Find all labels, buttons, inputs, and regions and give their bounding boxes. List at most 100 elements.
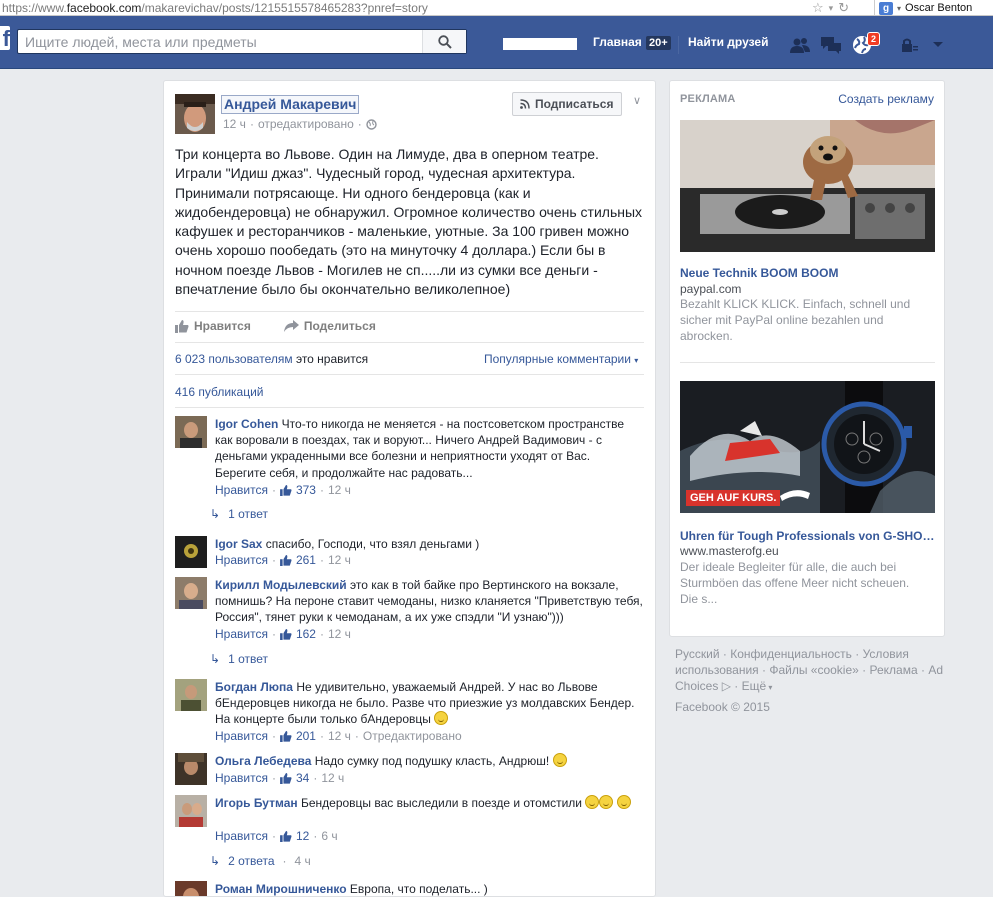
ad-image-watch[interactable]: GEH AUF KURS. [680, 381, 935, 513]
view-replies-link[interactable]: ↳ 2 ответа · 4 ч [210, 854, 311, 868]
commenter-name[interactable]: Ольга Лебедева [215, 754, 311, 768]
commenter-name[interactable]: Igor Sax [215, 537, 262, 551]
footer-link-privacy[interactable]: Конфиденциальность [730, 647, 852, 661]
comment-like-count[interactable]: 34 [296, 771, 309, 785]
footer-link-more[interactable]: Ещё [742, 679, 767, 693]
commenter-avatar[interactable] [175, 577, 207, 609]
post-time[interactable]: 12 ч [223, 117, 246, 131]
comment-like-count[interactable]: 373 [296, 483, 316, 497]
comment-like-link[interactable]: Нравится [215, 483, 268, 497]
commenter-name[interactable]: Игорь Бутман [215, 796, 298, 810]
comment-time[interactable]: 12 ч [321, 771, 344, 785]
comment-like-count[interactable]: 201 [296, 729, 316, 743]
search-input[interactable] [18, 30, 418, 53]
ad-title[interactable]: Neue Technik BOOM BOOM [680, 266, 838, 280]
friend-requests-icon[interactable] [789, 36, 811, 54]
footer-link-cookies[interactable]: Файлы «cookie» [769, 663, 859, 677]
smile-emoji-icon [434, 711, 449, 726]
star-icon[interactable]: ☆ [812, 0, 824, 16]
home-link[interactable]: Главная [593, 35, 642, 49]
comment-time[interactable]: 12 ч [328, 729, 351, 743]
chevron-down-icon: ▾ [897, 3, 902, 13]
ad-banner-label: GEH AUF KURS. [686, 490, 781, 506]
post-options-chevron-icon[interactable]: ∨ [633, 94, 641, 107]
ad-image-dj-dog[interactable] [680, 120, 935, 252]
like-button[interactable]: Нравится [175, 319, 251, 333]
comment-footer: Нравится · 201 · 12 ч · Отредактировано [215, 729, 462, 743]
reply-arrow-icon: ↳ [210, 652, 221, 666]
commenter-avatar[interactable] [175, 416, 207, 448]
likes-summary: 6 023 пользователям это нравится [175, 352, 368, 366]
shares-count-link[interactable]: 416 публикаций [175, 385, 264, 399]
home-count-badge: 20+ [646, 36, 671, 50]
comment-like-link[interactable]: Нравится [215, 553, 268, 567]
comment-footer: Нравится · 162 · 12 ч [215, 627, 351, 641]
thumbs-up-icon [280, 730, 292, 742]
comment-like-count[interactable]: 162 [296, 627, 316, 641]
browser-address-bar[interactable]: https://www.facebook.com/makarevichav/po… [0, 0, 993, 16]
comment-like-link[interactable]: Нравится [215, 829, 268, 843]
thumbs-up-icon [280, 628, 292, 640]
ad-domain[interactable]: paypal.com [680, 282, 741, 296]
comment-edited-label[interactable]: Отредактировано [363, 729, 462, 743]
thumbs-up-icon [280, 484, 292, 496]
find-friends-link[interactable]: Найти друзей [688, 35, 768, 49]
comment-time[interactable]: 6 ч [321, 829, 337, 843]
create-ad-link[interactable]: Создать рекламу [838, 92, 934, 106]
footer-link-language[interactable]: Русский [675, 647, 720, 661]
comment-time[interactable]: 12 ч [328, 483, 351, 497]
caret-down-icon: ▾ [634, 356, 639, 365]
comment-body: Игорь Бутман Бендеровцы вас выследили в … [215, 795, 643, 811]
view-replies-link[interactable]: ↳ 1 ответ [210, 652, 268, 666]
share-button[interactable]: Поделиться [283, 319, 376, 333]
commenter-avatar[interactable] [175, 679, 207, 711]
account-menu-chevron-icon[interactable] [927, 36, 949, 54]
url-text[interactable]: https://www.facebook.com/makarevichav/po… [2, 1, 428, 15]
comment-time[interactable]: 12 ч [328, 553, 351, 567]
commenter-avatar[interactable] [175, 881, 207, 896]
popular-comments-dropdown[interactable]: Популярные комментарии ▾ [484, 352, 638, 366]
comment-body: Богдан Люпа Не удивительно, уважаемый Ан… [215, 679, 643, 728]
follow-button[interactable]: Подписаться [512, 92, 623, 116]
author-avatar[interactable] [175, 94, 215, 134]
comment-body: Ольга Лебедева Надо сумку под подушку кл… [215, 753, 643, 769]
commenter-name[interactable]: Богдан Люпа [215, 680, 293, 694]
comment-like-count[interactable]: 12 [296, 829, 309, 843]
commenter-name[interactable]: Роман Мирошниченко [215, 882, 347, 896]
comment-time[interactable]: 12 ч [328, 627, 351, 641]
thumbs-up-icon [175, 319, 189, 333]
commenter-name[interactable]: Кирилл Модылевский [215, 578, 347, 592]
comment-like-link[interactable]: Нравится [215, 771, 268, 785]
ad-domain[interactable]: www.masterofg.eu [680, 544, 779, 558]
comment-like-count[interactable]: 261 [296, 553, 316, 567]
copyright: Facebook © 2015 [675, 700, 770, 714]
divider [680, 362, 935, 363]
commenter-avatar[interactable] [175, 753, 207, 785]
view-replies-link[interactable]: ↳ 1 ответ [210, 507, 268, 521]
comment-body: Igor Cohen Что-то никогда не меняется - … [215, 416, 643, 481]
search-button[interactable] [422, 30, 466, 53]
footer-link-ads[interactable]: Реклама [870, 663, 918, 677]
ads-heading: РЕКЛАМА [680, 93, 736, 105]
likes-count-link[interactable]: 6 023 пользователям [175, 352, 293, 366]
account-name: Oscar Benton [905, 2, 973, 14]
facebook-logo-icon[interactable]: f [0, 26, 10, 50]
redacted-profile [503, 38, 577, 50]
divider [175, 342, 644, 343]
reload-icon[interactable]: ↻ [838, 0, 849, 16]
messages-icon[interactable] [820, 36, 842, 54]
edited-label[interactable]: отредактировано [258, 117, 354, 131]
privacy-lock-icon[interactable] [898, 36, 920, 54]
commenter-name[interactable]: Igor Cohen [215, 417, 278, 431]
post-author-name[interactable]: Андрей Макаревич [221, 95, 360, 114]
comment-like-link[interactable]: Нравится [215, 627, 268, 641]
google-account[interactable]: g ▾ Oscar Benton [874, 0, 993, 16]
commenter-avatar[interactable] [175, 536, 207, 568]
comment-like-link[interactable]: Нравится [215, 729, 268, 743]
ad-title[interactable]: Uhren für Tough Professionals von G-SHO… [680, 529, 934, 543]
divider [175, 374, 644, 375]
dropdown-icon[interactable]: ▾ [829, 3, 834, 14]
rss-icon [520, 99, 530, 109]
commenter-avatar[interactable] [175, 795, 207, 827]
comment-footer: Нравится · 34 · 12 ч [215, 771, 345, 785]
